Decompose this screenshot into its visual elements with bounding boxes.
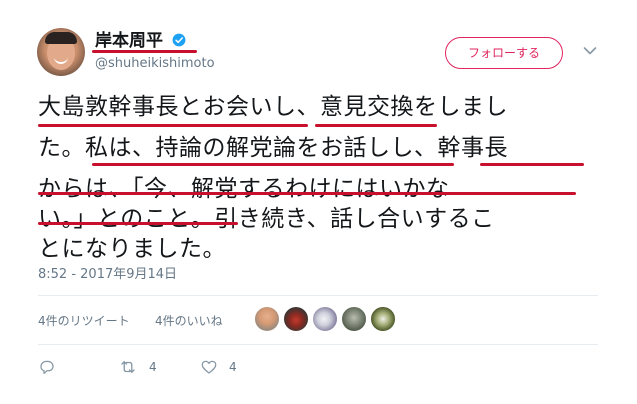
retweet-count-label[interactable]: 4件のリツイート (38, 313, 130, 329)
divider (38, 295, 598, 296)
heart-icon (201, 360, 217, 374)
display-name[interactable]: 岸本周平 (95, 31, 163, 51)
like-count-label[interactable]: 4件のいいね (155, 313, 223, 329)
like-button[interactable]: 4 (200, 358, 250, 376)
tweet-text-line-1: 大島敦幹事長とお会いし、意見交換をしまし (38, 94, 508, 120)
retweet-count: 4 (149, 360, 157, 374)
chevron-down-icon[interactable] (583, 46, 597, 56)
liker-avatar[interactable] (370, 306, 396, 332)
retweet-icon (121, 361, 135, 373)
tweet-card: 岸本周平 @shuheikishimoto フォローする 大島敦幹事長とお会いし… (0, 0, 637, 404)
avatar-hair (45, 32, 77, 44)
avatar[interactable] (37, 28, 85, 76)
annotation-underline (480, 163, 584, 166)
name-underline-annotation (92, 50, 197, 53)
annotation-underline (315, 124, 437, 127)
annotation-underline (38, 222, 238, 225)
reply-icon (40, 360, 54, 375)
tweet-text-line-5: とになりました。 (38, 236, 226, 262)
retweet-button[interactable]: 4 (118, 358, 168, 376)
tweet-text-line-3: からは、「今、解党するわけにはいかな (38, 176, 450, 202)
tweet-text-line-4: い。」とのこと。引き続き、話し合いするこ (38, 206, 495, 232)
annotation-underline (92, 163, 454, 166)
tweet-text-line-2: た。私は、持論の解党論をお話しし、幹事長 (38, 135, 508, 161)
user-handle[interactable]: @shuheikishimoto (95, 56, 215, 72)
like-count: 4 (229, 360, 237, 374)
verified-badge-icon (172, 33, 186, 47)
divider (38, 344, 598, 345)
follow-button[interactable]: フォローする (445, 37, 563, 69)
liker-avatar[interactable] (254, 306, 280, 332)
liker-avatar[interactable] (283, 306, 309, 332)
liker-avatar[interactable] (341, 306, 367, 332)
annotation-underline (38, 192, 576, 195)
liker-avatar[interactable] (312, 306, 338, 332)
annotation-underline (38, 124, 308, 127)
tweet-timestamp[interactable]: 8:52 - 2017年9月14日 (38, 267, 177, 283)
reply-button[interactable] (38, 358, 58, 376)
